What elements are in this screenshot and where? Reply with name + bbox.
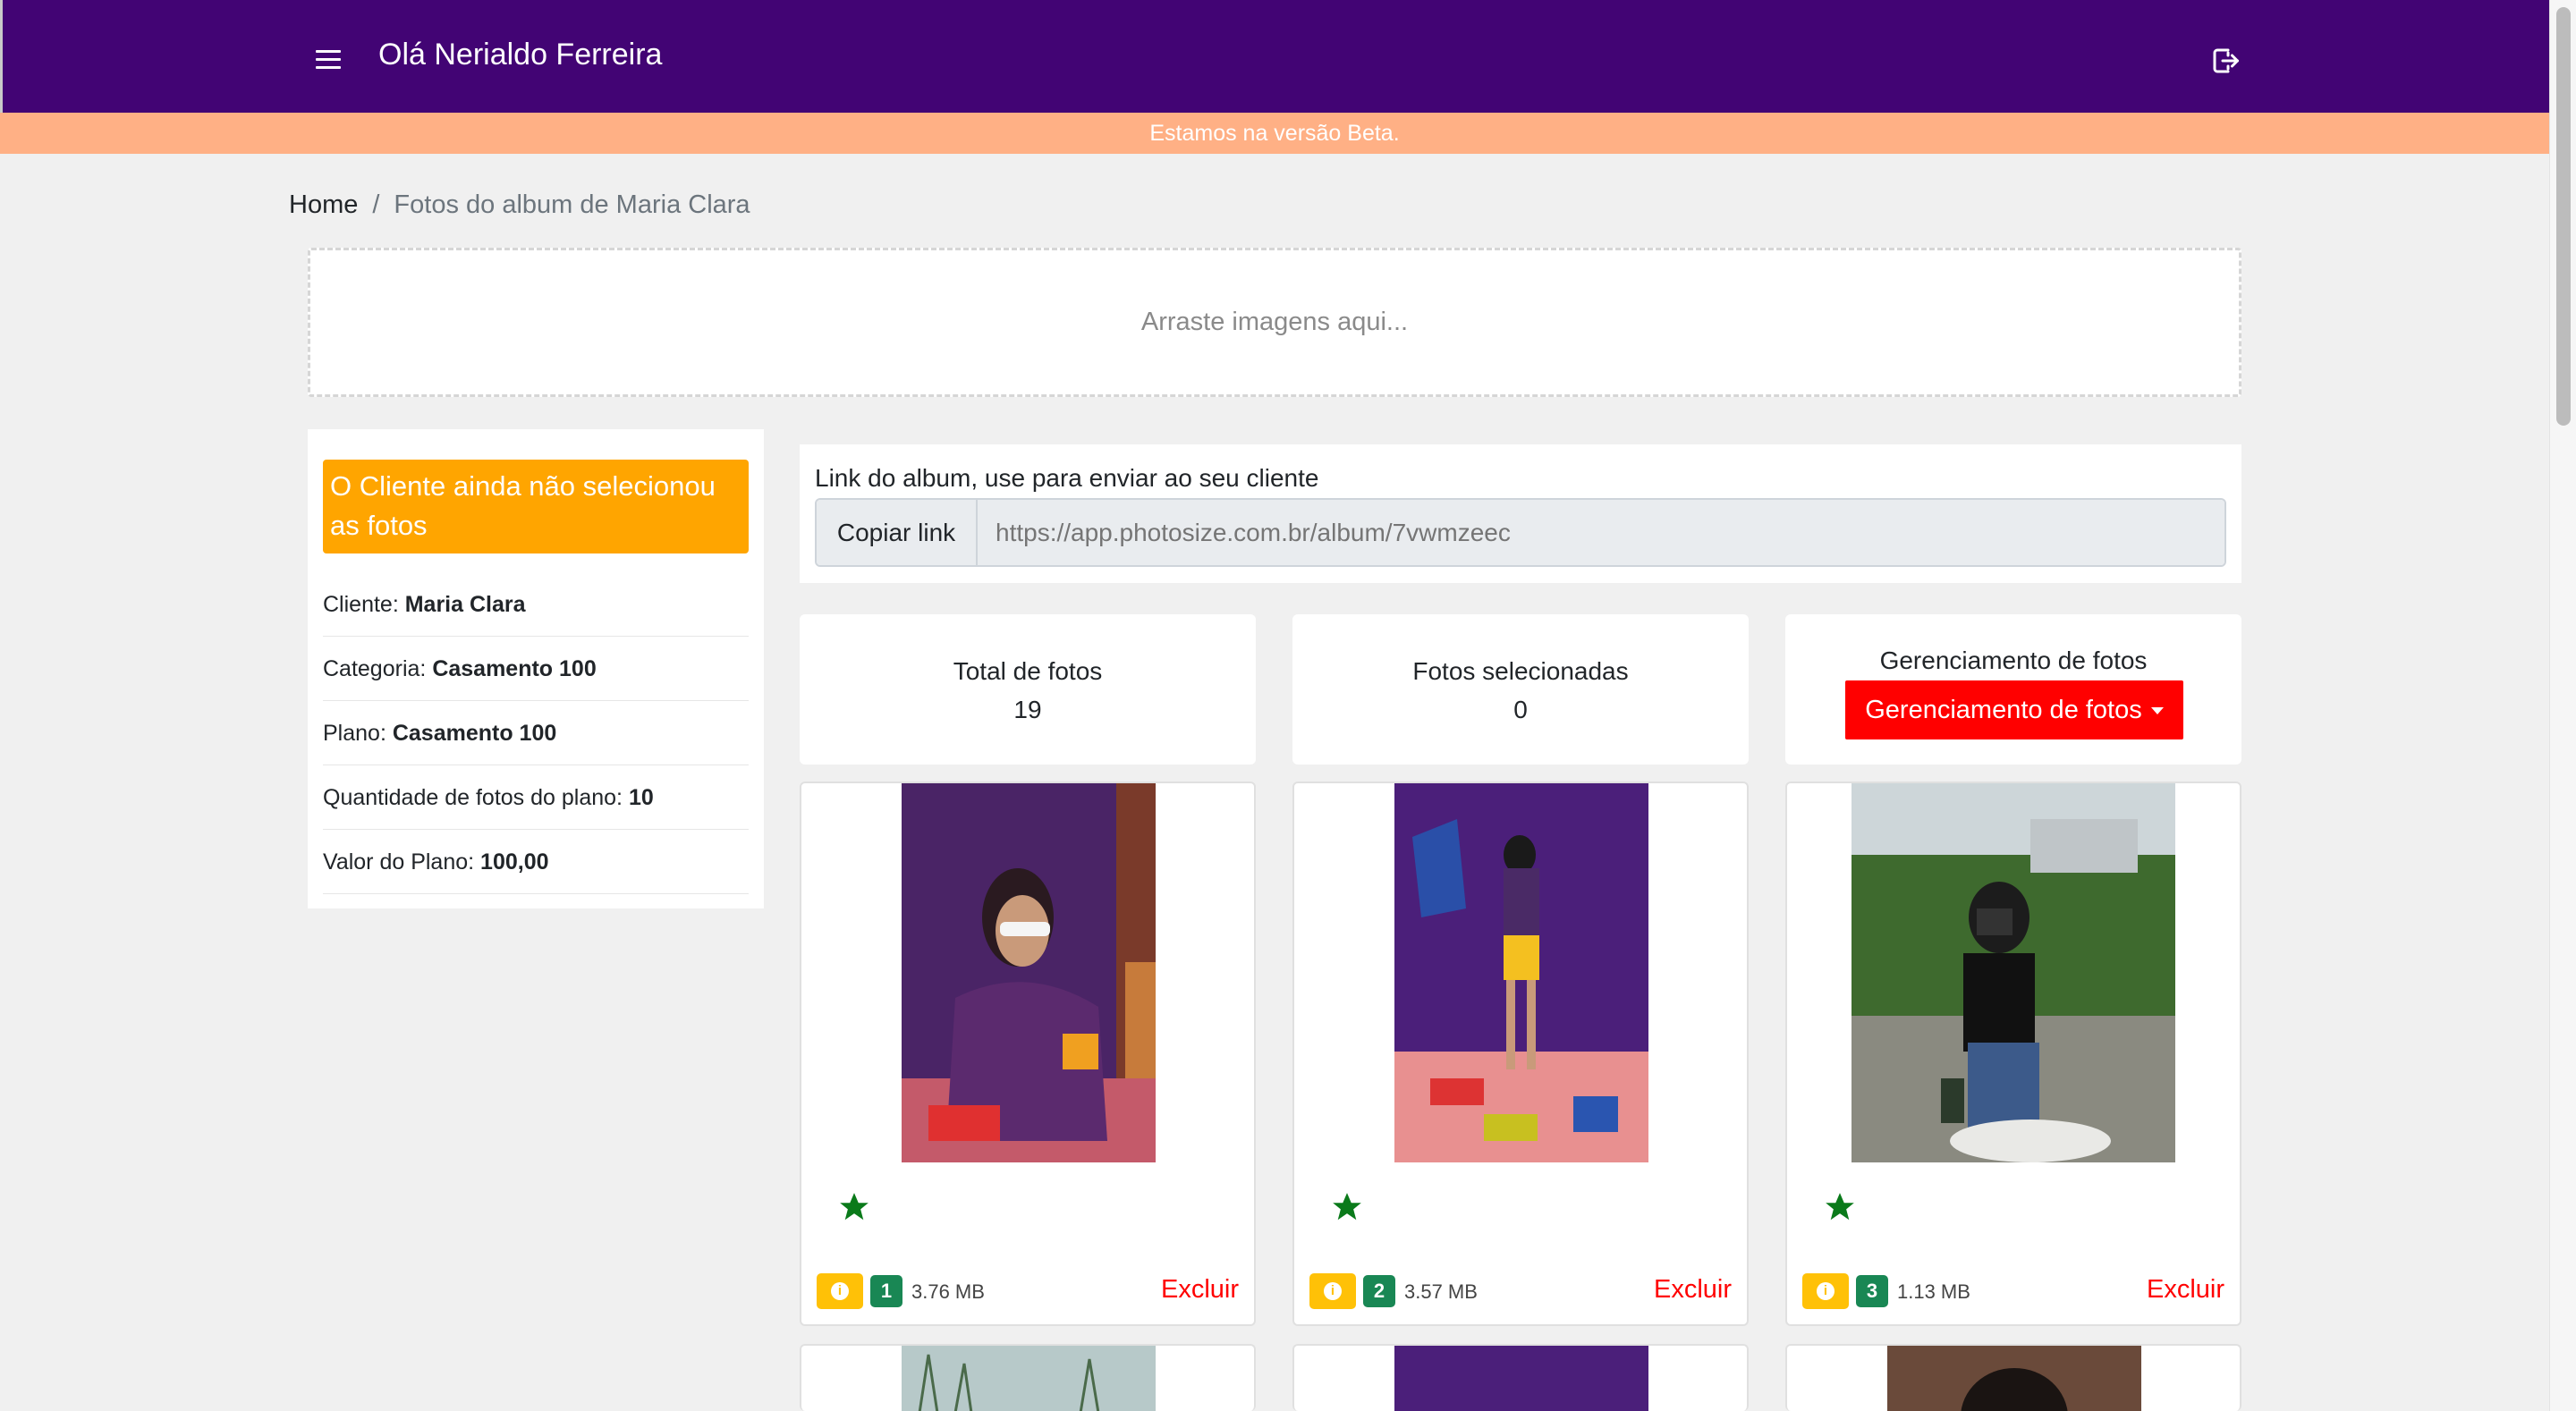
photo-thumbnail[interactable] xyxy=(1394,1346,1648,1411)
plan-value: Casamento 100 xyxy=(392,721,557,746)
plan-row: Plano: Casamento 100 xyxy=(323,701,749,765)
album-link-input-group: Copiar link xyxy=(815,498,2226,567)
total-photos-title: Total de fotos xyxy=(953,657,1103,685)
photo-number-badge: 2 xyxy=(1363,1275,1395,1307)
plan-price-label: Valor do Plano: xyxy=(323,849,475,874)
photo-file-size: 3.76 MB xyxy=(911,1280,985,1303)
selected-photos-card: Fotos selecionadas 0 xyxy=(1292,614,1749,765)
photo-thumbnail[interactable] xyxy=(1887,1346,2141,1411)
delete-photo-link[interactable]: Excluir xyxy=(1161,1275,1239,1305)
breadcrumb-home-link[interactable]: Home xyxy=(289,190,358,220)
copy-link-button[interactable]: Copiar link xyxy=(817,500,978,565)
client-value: Maria Clara xyxy=(404,592,526,617)
selected-photos-value: 0 xyxy=(1513,696,1528,723)
photo-card[interactable]: i 1 3.76 MB Excluir xyxy=(800,782,1256,1326)
star-icon[interactable] xyxy=(837,1190,871,1224)
photo-card[interactable]: i 3 1.13 MB Excluir xyxy=(1785,782,2241,1326)
plan-price-row: Valor do Plano: 100,00 xyxy=(323,830,749,894)
photo-number-badge: 1 xyxy=(870,1275,902,1307)
photo-management-title: Gerenciamento de fotos xyxy=(1879,646,2148,674)
category-row: Categoria: Casamento 100 xyxy=(323,637,749,701)
info-icon[interactable]: i xyxy=(1802,1273,1849,1309)
photo-card[interactable]: i 2 3.57 MB Excluir xyxy=(1292,782,1749,1326)
top-navbar: Olá Nerialdo Ferreira xyxy=(0,0,2549,113)
photo-file-size: 3.57 MB xyxy=(1404,1280,1478,1303)
breadcrumb-current: Fotos do album de Maria Clara xyxy=(394,190,750,219)
photo-management-dropdown-button[interactable]: Gerenciamento de fotos xyxy=(1845,680,2183,739)
dropzone-text: Arraste imagens aqui... xyxy=(1140,308,1409,336)
photo-card-footer: i 2 3.57 MB Excluir xyxy=(1309,1273,1732,1309)
photo-card[interactable] xyxy=(1785,1344,2241,1411)
plan-photo-quantity-value: 10 xyxy=(628,785,654,810)
category-value: Casamento 100 xyxy=(432,656,597,681)
plan-price-value: 100,00 xyxy=(480,849,549,874)
selected-photos-title: Fotos selecionadas xyxy=(1412,657,1629,685)
star-icon[interactable] xyxy=(1330,1190,1364,1224)
photo-thumbnail[interactable] xyxy=(902,1346,1156,1411)
photo-number-badge: 3 xyxy=(1856,1275,1888,1307)
plan-photo-quantity-label: Quantidade de fotos do plano: xyxy=(323,785,623,810)
album-info-panel: O Cliente ainda não selecionou as fotos … xyxy=(308,429,764,908)
album-link-card: Link do album, use para enviar ao seu cl… xyxy=(800,444,2241,583)
photo-thumbnail[interactable] xyxy=(1394,783,1648,1162)
delete-photo-link[interactable]: Excluir xyxy=(2147,1275,2224,1305)
photo-management-card: Gerenciamento de fotos Gerenciamento de … xyxy=(1785,614,2241,765)
photo-card[interactable] xyxy=(800,1344,1256,1411)
hamburger-menu-icon[interactable] xyxy=(316,50,341,70)
photo-card[interactable] xyxy=(1292,1344,1749,1411)
total-photos-value: 19 xyxy=(1013,696,1042,723)
selection-status-alert: O Cliente ainda não selecionou as fotos xyxy=(323,460,749,553)
user-greeting: Olá Nerialdo Ferreira xyxy=(378,38,663,72)
total-photos-card: Total de fotos 19 xyxy=(800,614,1256,765)
photo-thumbnail[interactable] xyxy=(902,783,1156,1162)
info-icon[interactable]: i xyxy=(817,1273,863,1309)
plan-label: Plano: xyxy=(323,721,386,746)
star-icon[interactable] xyxy=(1823,1190,1857,1224)
breadcrumb-separator: / xyxy=(372,190,380,219)
plan-photo-quantity-row: Quantidade de fotos do plano: 10 xyxy=(323,765,749,830)
scrollbar-thumb[interactable] xyxy=(2556,7,2571,426)
photo-management-button-label: Gerenciamento de fotos xyxy=(1865,695,2142,724)
photo-file-size: 1.13 MB xyxy=(1897,1280,1970,1303)
client-label: Cliente: xyxy=(323,592,399,617)
photo-card-footer: i 3 1.13 MB Excluir xyxy=(1802,1273,2224,1309)
image-dropzone[interactable]: Arraste imagens aqui... xyxy=(308,248,2241,397)
beta-banner: Estamos na versão Beta. xyxy=(0,113,2549,154)
photo-card-footer: i 1 3.76 MB Excluir xyxy=(817,1273,1239,1309)
breadcrumb: Home / Fotos do album de Maria Clara xyxy=(289,190,750,220)
delete-photo-link[interactable]: Excluir xyxy=(1654,1275,1732,1305)
info-icon[interactable]: i xyxy=(1309,1273,1356,1309)
caret-down-icon xyxy=(2150,707,2164,714)
photo-thumbnail[interactable] xyxy=(1852,783,2175,1162)
category-label: Categoria: xyxy=(323,656,427,681)
logout-icon[interactable] xyxy=(2208,45,2242,77)
album-link-field[interactable] xyxy=(978,500,2224,565)
client-row: Cliente: Maria Clara xyxy=(323,572,749,637)
album-link-label: Link do album, use para enviar ao seu cl… xyxy=(815,464,1319,492)
